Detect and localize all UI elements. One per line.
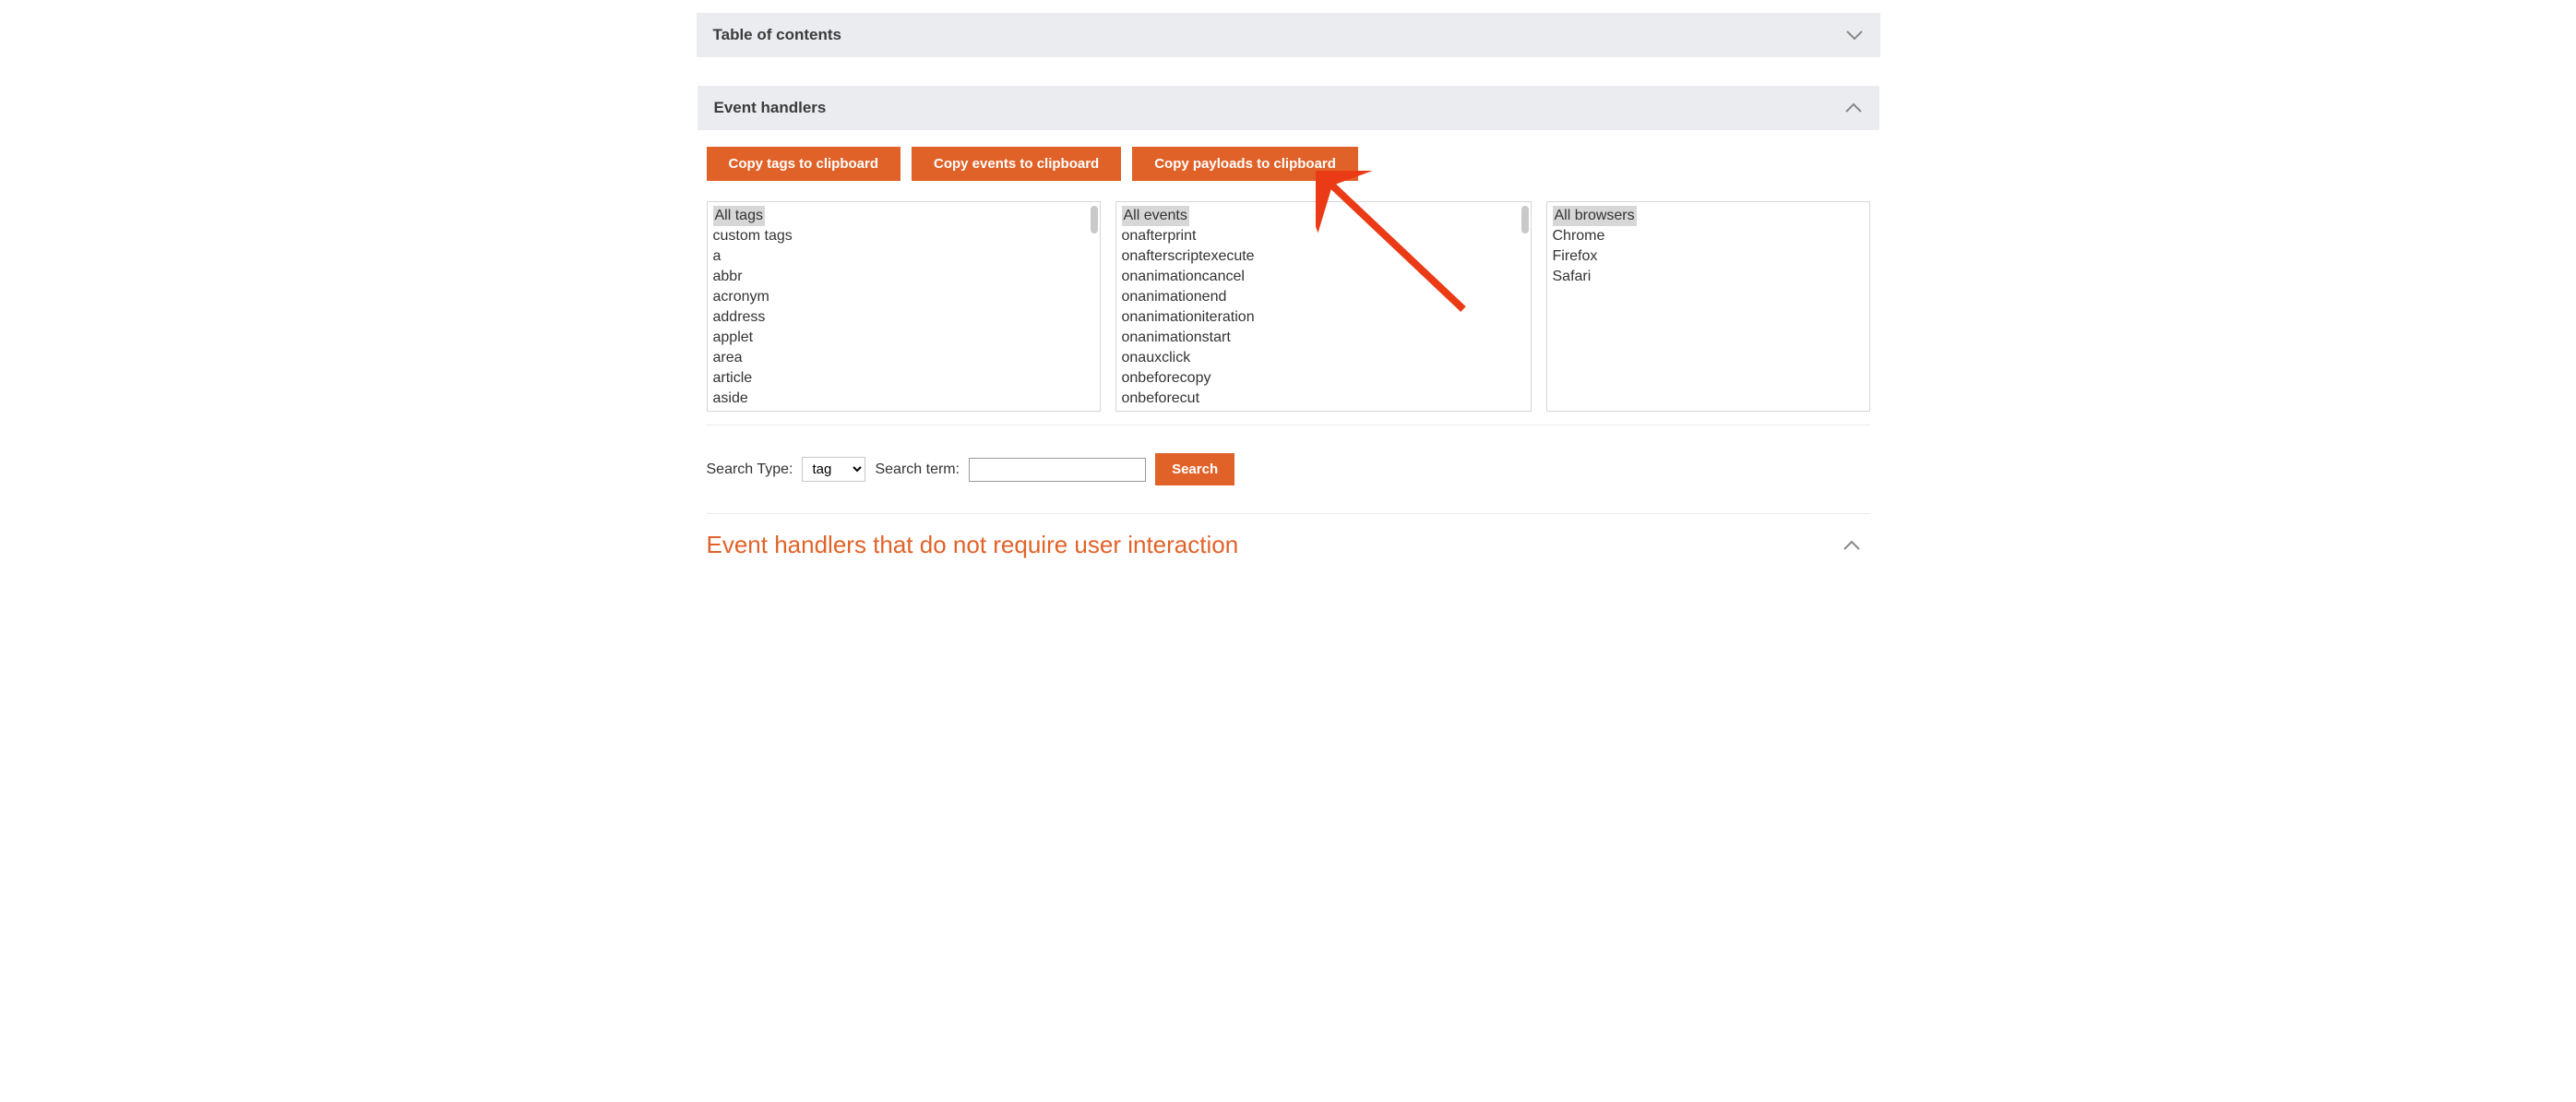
list-item[interactable]: onafterscriptexecute (1122, 246, 1525, 267)
search-term-input[interactable] (969, 458, 1146, 482)
list-item[interactable]: aside (713, 389, 1094, 409)
event-handlers-body: Copy tags to clipboard Copy events to cl… (698, 130, 1879, 578)
list-item[interactable]: abbr (713, 267, 1094, 287)
search-row: Search Type: tag Search term: Search (707, 453, 1870, 485)
list-item[interactable]: onauxclick (1122, 348, 1525, 368)
subsection-title: Event handlers that do not require user … (707, 531, 1239, 559)
search-type-select[interactable]: tag (802, 457, 865, 482)
list-item[interactable]: onbeforecut (1122, 389, 1525, 409)
search-button[interactable]: Search (1155, 453, 1234, 485)
list-item[interactable]: onanimationend (1122, 287, 1525, 307)
scrollbar-thumb[interactable] (1521, 206, 1529, 234)
list-item[interactable]: All tags (713, 206, 765, 226)
list-item[interactable]: All browsers (1553, 206, 1637, 226)
chevron-up-icon (1844, 102, 1863, 114)
list-item[interactable]: custom tags (713, 226, 1094, 246)
search-term-label: Search term: (875, 461, 960, 478)
list-item[interactable]: address (713, 307, 1094, 328)
copy-tags-button[interactable]: Copy tags to clipboard (707, 147, 901, 181)
tags-listbox[interactable]: All tagscustom tagsaabbracronymaddressap… (707, 201, 1101, 412)
toc-title: Table of contents (713, 26, 841, 44)
list-item[interactable]: onanimationstart (1122, 328, 1525, 348)
scrollbar-thumb[interactable] (1091, 206, 1098, 234)
chevron-up-icon (1843, 540, 1861, 551)
copy-buttons-row: Copy tags to clipboard Copy events to cl… (707, 147, 1870, 181)
subsection-header[interactable]: Event handlers that do not require user … (707, 531, 1870, 567)
list-item[interactable]: onanimationcancel (1122, 267, 1525, 287)
copy-payloads-button[interactable]: Copy payloads to clipboard (1132, 147, 1358, 181)
list-item[interactable]: onbeforecopy (1122, 368, 1525, 389)
chevron-down-icon (1845, 30, 1864, 41)
list-item[interactable]: onafterprint (1122, 226, 1525, 246)
list-item[interactable]: acronym (713, 287, 1094, 307)
event-handlers-title: Event handlers (714, 99, 827, 117)
events-listbox[interactable]: All eventsonafterprintonafterscriptexecu… (1115, 201, 1532, 412)
list-item[interactable]: Chrome (1553, 226, 1864, 246)
list-item[interactable]: All events (1122, 206, 1189, 226)
list-item[interactable]: Safari (1553, 267, 1864, 287)
toc-header[interactable]: Table of contents (697, 13, 1880, 57)
browsers-listbox[interactable]: All browsersChromeFirefoxSafari (1546, 201, 1870, 412)
list-item[interactable]: article (713, 368, 1094, 389)
search-type-label: Search Type: (707, 461, 793, 478)
list-item[interactable]: onanimationiteration (1122, 307, 1525, 328)
event-handlers-section: Event handlers Copy tags to clipboard Co… (697, 85, 1880, 579)
list-item[interactable]: a (713, 246, 1094, 267)
copy-events-button[interactable]: Copy events to clipboard (912, 147, 1121, 181)
divider (707, 513, 1870, 514)
list-item[interactable]: area (713, 348, 1094, 368)
list-item[interactable]: Firefox (1553, 246, 1864, 267)
event-handlers-header[interactable]: Event handlers (698, 86, 1879, 130)
list-item[interactable]: applet (713, 328, 1094, 348)
selector-lists-row: All tagscustom tagsaabbracronymaddressap… (707, 201, 1870, 412)
